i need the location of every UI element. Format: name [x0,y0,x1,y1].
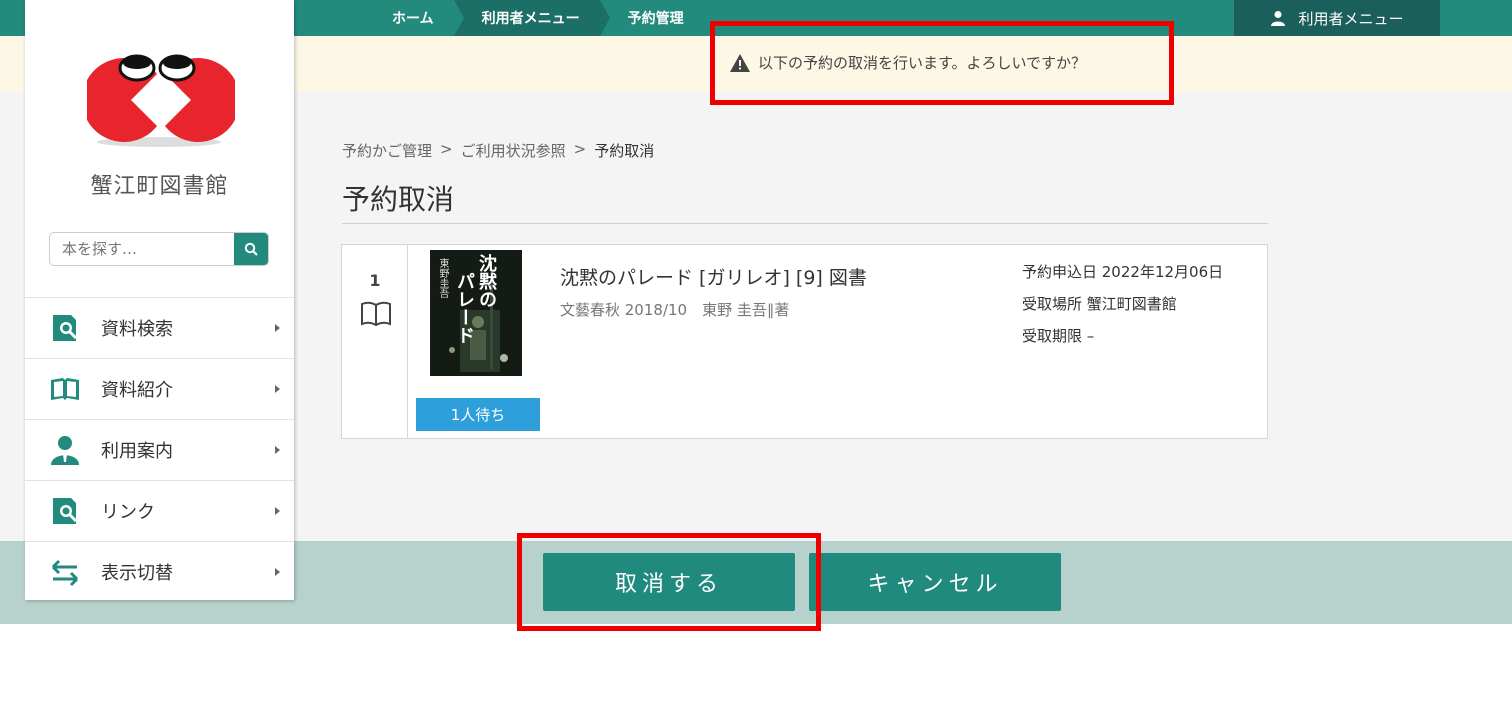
search-icon [244,242,258,256]
crumb-user-menu-label: 利用者メニュー [481,11,580,27]
cancel-button[interactable]: キャンセル [809,553,1061,611]
waiting-count-badge: 1人待ち [416,398,540,431]
sidebar-item-material-intro[interactable]: 資料紹介 [25,358,294,419]
library-name: 蟹江町図書館 [90,174,229,199]
chevron-right-icon [275,446,280,454]
user-icon [1271,11,1286,26]
crumb-reservation[interactable]: 予約管理 [599,0,704,36]
sidebar-item-guide[interactable]: 利用案内 [25,419,294,480]
search-book-icon [53,498,78,524]
sidebar-item-material-search[interactable]: 資料検索 [25,297,294,358]
pickup-deadline: 受取期限 – [1022,327,1095,345]
breadcrumb-current: 予約取消 [594,142,655,160]
highlight-box-confirm [517,533,821,631]
swap-arrows-icon [51,559,79,587]
sidebar-item-label: 資料紹介 [101,380,173,401]
breadcrumb-link-usage-status[interactable]: ご利用状況参照 [461,140,566,161]
library-logo [87,54,235,147]
pickup-place: 受取場所 蟹江町図書館 [1022,295,1177,313]
breadcrumb-link-reservation-cart[interactable]: 予約かご管理 [342,140,432,161]
breadcrumb-separator: > [573,140,587,158]
sidebar: 蟹江町図書館 資料検索 資料紹介 [25,0,294,600]
highlight-box-notice [710,21,1174,105]
page-title: 予約取消 [342,183,455,216]
book-cover: 沈黙の パレード 東野圭吾 [430,250,522,376]
chevron-right-icon [275,507,280,515]
search-input[interactable] [50,233,236,265]
chevron-right-icon [275,324,280,332]
open-book-icon [51,378,79,400]
sidebar-item-label: リンク [101,502,155,523]
search-box [49,232,269,266]
reservation-card: 1 沈黙の パレード 東野圭吾 1人待ち 沈黙のパレード [ガリレオ] [9] … [341,244,1268,439]
sidebar-item-label: 利用案内 [101,441,173,462]
book-icon [361,301,391,327]
applied-date: 予約申込日 2022年12月06日 [1022,263,1224,281]
reservation-index-cell: 1 [342,245,408,438]
reservation-info: 予約申込日 2022年12月06日 受取場所 蟹江町図書館 受取期限 – [1022,261,1223,357]
user-menu-button[interactable]: 利用者メニュー [1234,0,1440,36]
person-icon [51,436,79,465]
sidebar-item-label: 資料検索 [101,319,173,340]
chevron-right-icon [275,568,280,576]
search-button[interactable] [234,233,268,265]
sidebar-item-label: 表示切替 [101,563,173,584]
top-breadcrumb: ホーム 利用者メニュー 予約管理 [372,0,704,36]
breadcrumb: 予約かご管理 > ご利用状況参照 > 予約取消 [342,140,654,161]
sidebar-item-links[interactable]: リンク [25,480,294,541]
reservation-number: 1 [369,271,381,290]
crumb-home[interactable]: ホーム [372,0,464,36]
crumb-user-menu[interactable]: 利用者メニュー [453,0,610,36]
book-publisher-info: 文藝春秋 2018/10 東野 圭吾∥著 [560,301,790,319]
crumb-reservation-label: 予約管理 [627,11,684,27]
breadcrumb-separator: > [440,140,453,158]
sidebar-item-display-switch[interactable]: 表示切替 [25,541,294,602]
cover-title-line2: パレード [454,272,475,344]
sidebar-menu: 資料検索 資料紹介 利用案内 リンク 表示切替 [25,297,294,602]
user-menu-label: 利用者メニュー [1298,9,1404,28]
cover-author: 東野圭吾 [437,258,448,298]
title-divider [342,223,1268,224]
search-book-icon [53,315,78,341]
chevron-right-icon [275,385,280,393]
cover-title-line1: 沈黙の [476,254,497,308]
crumb-home-label: ホーム [392,11,434,27]
book-title[interactable]: 沈黙のパレード [ガリレオ] [9] 図書 [560,263,867,290]
